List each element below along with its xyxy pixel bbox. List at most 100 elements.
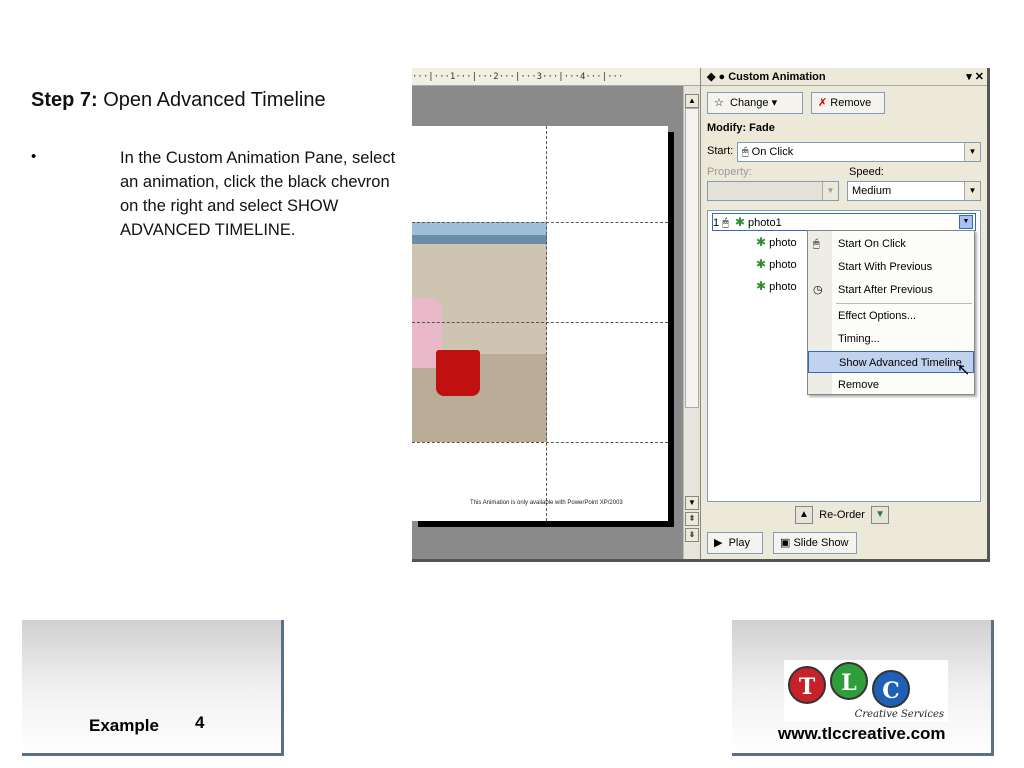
guide-line-horizontal [412,322,668,323]
move-up-icon[interactable]: ▲ [795,506,813,524]
tlc-logo: T L C Creative Services [784,660,948,722]
red-bucket [436,350,480,396]
next-slide-icon[interactable]: ⇟ [685,528,699,542]
step-heading: Step 7: Open Advanced Timeline [31,89,326,112]
bullet-marker: • [31,148,37,165]
menu-item-label: Remove [838,379,879,391]
mouse-icon: 🖱 [742,146,749,158]
move-down-icon[interactable]: ▼ [871,506,890,524]
speed-label: Speed: [849,166,884,178]
remove-icon: ✗ [818,97,828,109]
item-name: photo [769,237,797,249]
effect-star-icon: ✱ [756,279,767,293]
slide-show-label: Slide Show [793,537,849,549]
chevron-down-icon[interactable]: ▼ [959,215,973,229]
item-name: photo1 [748,217,782,229]
guide-line-horizontal [412,442,668,443]
example-label: Example [89,716,159,735]
previous-slide-icon[interactable]: ⇞ [685,512,699,526]
menu-item-show-advanced-timeline[interactable]: Show Advanced Timeline [808,351,974,373]
menu-item-effect-options[interactable]: Effect Options... [808,305,974,327]
menu-item-start-after-previous[interactable]: ◷ Start After Previous [808,279,974,301]
beach-photo [412,222,547,442]
modify-label: Modify: Fade [707,122,775,134]
step-number: Step 7: [31,89,98,111]
website-url[interactable]: www.tlccreative.com [778,724,946,744]
menu-item-remove[interactable]: Remove [808,374,974,396]
horizontal-ruler: ···|···1···|···2···|···3···|···4···|··· [412,68,700,86]
menu-item-label: Start On Click [838,238,906,250]
scroll-down-icon[interactable]: ▼ [685,496,699,510]
star-icon: ☆ [714,97,724,109]
mouse-icon: 🖱 [813,238,820,250]
logo-subtitle: Creative Services [854,709,944,720]
nav-arrows-icon[interactable]: ◆ ● [707,71,728,83]
slide-caption: This Animation is only available with Po… [470,500,623,506]
step-title: Open Advanced Timeline [103,89,326,111]
logo-l-ball: L [830,662,868,700]
play-button[interactable]: ▶ Play [707,532,763,554]
start-select[interactable]: 🖱 On Click ▼ [737,142,981,162]
list-item[interactable]: 1 🖱 ✱ photo1 ▼ [712,213,976,231]
scroll-up-icon[interactable]: ▲ [685,94,699,108]
start-value: On Click [751,146,794,158]
logo-c-ball: C [872,670,910,708]
speed-select[interactable]: Medium ▼ [847,181,981,201]
vertical-scrollbar[interactable]: ▲ ▼ ⇞ ⇟ [683,86,700,559]
speed-value: Medium [852,185,892,197]
pane-title: Custom Animation [728,71,826,83]
item-name: photo [769,259,797,271]
effect-star-icon: ✱ [734,215,745,229]
mouse-icon: 🖱 [722,217,729,229]
pane-title-bar: ◆ ● Custom Animation ▾ ✕ [701,68,987,86]
guide-line-vertical [546,126,547,521]
slideshow-icon: ▣ [780,537,791,549]
clock-icon: ◷ [813,284,823,296]
chevron-down-icon[interactable]: ▼ [964,182,980,200]
start-label: Start: [707,145,734,157]
powerpoint-screenshot: ···|···1···|···2···|···3···|···4···|··· … [412,68,990,562]
mouse-pointer-icon: ↖ [957,362,971,379]
effect-star-icon: ✱ [756,235,767,249]
change-button[interactable]: ☆ Change ▾ [707,92,803,114]
custom-animation-pane: ◆ ● Custom Animation ▾ ✕ ☆ Change ▾ ✗ Re… [700,68,987,559]
list-item[interactable]: ✱ photo [756,234,797,252]
menu-item-label: Start After Previous [838,284,933,296]
reorder-label: Re-Order [819,508,865,521]
slide-workspace: This Animation is only available with Po… [412,86,683,559]
remove-button[interactable]: ✗ Remove [811,92,885,114]
slide: This Animation is only available with Po… [412,126,668,521]
logo-t-ball: T [788,666,826,704]
play-icon: ▶ [714,537,723,549]
property-label: Property: [707,166,752,178]
menu-item-timing[interactable]: Timing... [808,328,974,350]
footer-right-panel: T L C Creative Services www.tlccreative.… [732,620,994,756]
menu-item-label: Timing... [838,333,880,345]
play-label: Play [728,537,750,549]
footer-left-panel: Example 4 [22,620,284,756]
menu-item-label: Show Advanced Timeline [839,357,962,369]
menu-item-label: Start With Previous [838,261,933,273]
menu-separator [836,303,972,304]
list-item[interactable]: ✱ photo [756,256,797,274]
item-index: 1 [713,217,720,229]
remove-label: Remove [830,97,872,109]
item-name: photo [769,281,797,293]
chevron-down-icon: ▼ [822,182,838,200]
example-number: 4 [195,713,205,732]
scroll-thumb[interactable] [685,108,699,408]
chevron-down-icon[interactable]: ▼ [964,143,980,161]
list-item[interactable]: ✱ photo [756,278,797,296]
reorder-controls: ▲ Re-Order ▼ [795,506,890,524]
effect-star-icon: ✱ [756,257,767,271]
slide-show-button[interactable]: ▣ Slide Show [773,532,857,554]
menu-item-start-with-previous[interactable]: Start With Previous [808,256,974,278]
guide-line-horizontal [412,222,668,223]
change-label: Change [730,97,769,109]
menu-item-start-on-click[interactable]: 🖱 Start On Click [808,233,974,255]
instruction-text: In the Custom Animation Pane, select an … [120,149,396,239]
context-menu: 🖱 Start On Click Start With Previous ◷ Sta… [807,230,975,395]
menu-item-label: Effect Options... [838,310,917,322]
property-select: ▼ [707,181,839,201]
pane-close-icon[interactable]: ▾ ✕ [966,68,984,86]
